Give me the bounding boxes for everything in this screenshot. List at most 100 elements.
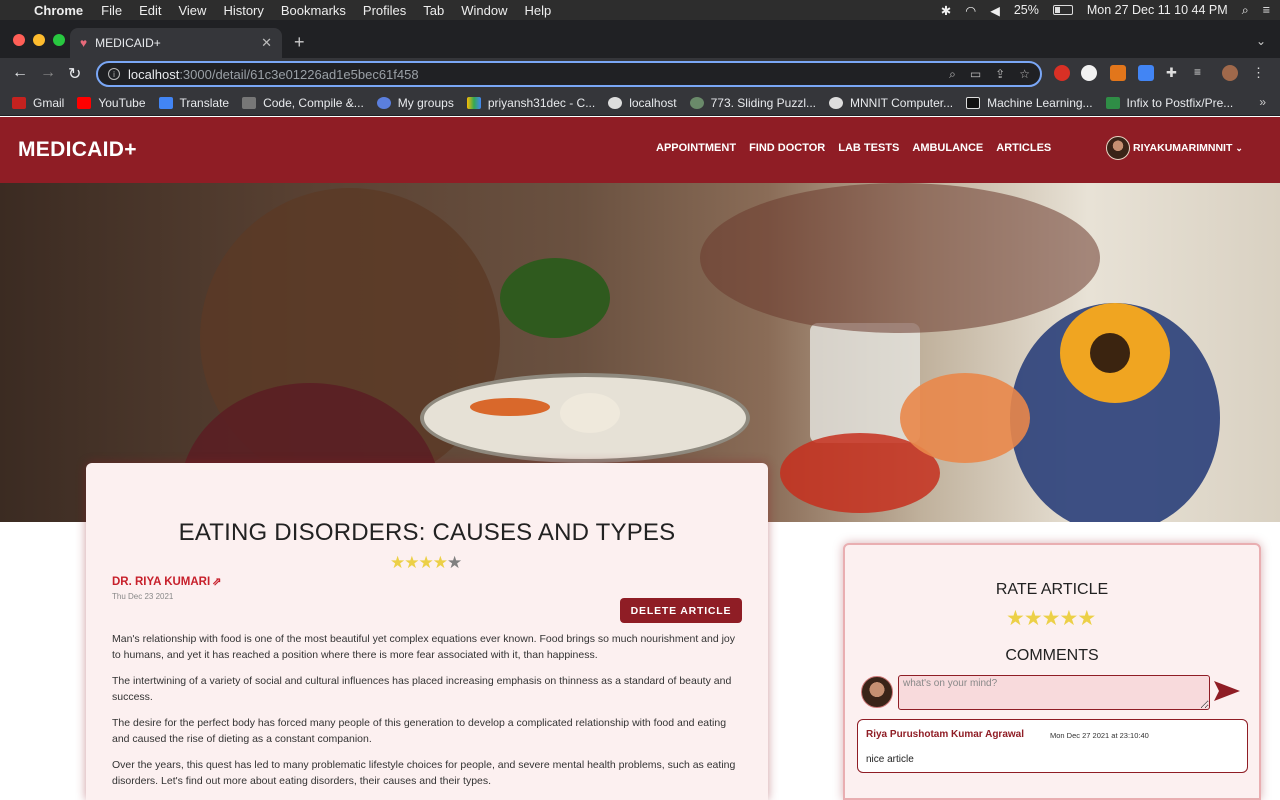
zoom-window-button[interactable] — [53, 34, 65, 46]
metamask-icon[interactable] — [1110, 65, 1126, 81]
avatar — [1106, 136, 1130, 160]
site-info-icon[interactable]: i — [108, 68, 120, 80]
wifi-icon[interactable]: ◠ — [965, 3, 976, 18]
bookmark-translate[interactable]: Translate — [158, 96, 229, 110]
cast-icon[interactable]: ▭ — [970, 67, 981, 82]
groups-icon — [376, 96, 391, 109]
bookmark-label: Code, Compile &... — [263, 95, 364, 110]
battery-icon[interactable] — [1052, 5, 1073, 15]
bookmark-label: Gmail — [33, 95, 65, 110]
menu-file[interactable]: File — [101, 3, 122, 18]
bookmark-sliding-puzzle[interactable]: 773. Sliding Puzzl... — [689, 96, 816, 110]
control-center-icon[interactable]: ≡ — [1263, 3, 1270, 17]
rate-star-2-icon[interactable]: ★ — [1024, 607, 1043, 630]
share-icon[interactable]: ⇪ — [995, 67, 1005, 82]
forward-button[interactable]: → — [40, 64, 56, 82]
send-icon[interactable] — [1213, 679, 1241, 703]
rate-star-5-icon[interactable]: ★ — [1077, 607, 1096, 630]
nav-lab-tests[interactable]: LAB TESTS — [838, 142, 899, 154]
nav-articles[interactable]: ARTICLES — [996, 142, 1051, 154]
extensions-puzzle-icon[interactable]: ✚ — [1166, 65, 1182, 81]
more-bookmarks-icon[interactable]: » — [1259, 95, 1266, 109]
bookmark-machine-learning[interactable]: Machine Learning... — [966, 95, 1093, 110]
bookmarks-bar: Gmail YouTube Translate Code, Compile &.… — [0, 90, 1280, 116]
bookmark-code-compile[interactable]: Code, Compile &... — [242, 96, 364, 110]
rate-article-heading: RATE ARTICLE — [995, 581, 1109, 598]
star-icon: ★ — [390, 553, 405, 572]
extension-red-icon[interactable] — [1054, 65, 1070, 81]
bookmark-my-groups[interactable]: My groups — [376, 96, 454, 110]
star-icon: ★ — [404, 553, 419, 572]
extension-white-icon[interactable] — [1081, 65, 1097, 81]
menu-app-name[interactable]: Chrome — [34, 3, 83, 18]
bookmark-infix-postfix[interactable]: Infix to Postfix/Pre... — [1105, 96, 1233, 110]
author-link[interactable]: DR. RIYA KUMARI ⇗ — [112, 575, 221, 588]
translate-extension-icon[interactable] — [1138, 65, 1154, 81]
close-window-button[interactable] — [13, 34, 25, 46]
reload-button[interactable]: ↻ — [68, 64, 81, 84]
nav-find-doctor[interactable]: FIND DOCTOR — [749, 142, 825, 154]
star-icon: ★ — [418, 553, 434, 572]
menu-bookmarks[interactable]: Bookmarks — [281, 3, 346, 18]
delete-article-button[interactable]: DELETE ARTICLE — [620, 598, 742, 623]
bookmark-priyansh[interactable]: priyansh31dec - C... — [466, 95, 596, 110]
menu-help[interactable]: Help — [525, 3, 552, 18]
nav-ambulance[interactable]: AMBULANCE — [912, 142, 983, 154]
bookmark-mnnit[interactable]: MNNIT Computer... — [829, 96, 953, 110]
back-button[interactable]: ← — [12, 64, 28, 82]
medium-icon — [966, 96, 981, 109]
menu-edit[interactable]: Edit — [139, 3, 161, 18]
brand-logo[interactable]: MEDICAID+ — [18, 138, 137, 162]
address-bar[interactable]: i localhost:3000/detail/61c3e01226ad1e5b… — [96, 61, 1042, 87]
tab-search-chevron-icon[interactable]: ⌄ — [1256, 34, 1266, 48]
datetime[interactable]: Mon 27 Dec 11 10 44 PM — [1087, 3, 1228, 17]
rate-star-1-icon[interactable]: ★ — [1006, 607, 1025, 630]
minimize-window-button[interactable] — [33, 34, 45, 46]
article-rating: ★★★★★ — [390, 553, 462, 573]
reading-list-icon[interactable]: ≡ — [1194, 65, 1210, 81]
username: RIYAKUMARIMNNIT — [1133, 142, 1233, 154]
bookmark-star-icon[interactable]: ☆ — [1019, 67, 1030, 82]
bluetooth-icon[interactable]: ✱ — [941, 3, 951, 18]
menu-history[interactable]: History — [223, 3, 263, 18]
url-path: :3000/detail/61c3e01226ad1e5bec61f458 — [179, 66, 419, 82]
bookmark-youtube[interactable]: YouTube — [77, 96, 146, 110]
new-tab-button[interactable]: + — [294, 32, 305, 53]
article-card: EATING DISORDERS: CAUSES AND TYPES ★★★★★… — [86, 463, 768, 800]
browser-toolbar: ← → ↻ i localhost:3000/detail/61c3e01226… — [0, 58, 1280, 90]
comment-author: Riya Purushotam Kumar Agrawal — [866, 729, 1025, 740]
cc-icon — [242, 96, 257, 109]
bookmark-label: MNNIT Computer... — [850, 95, 954, 110]
comment-input[interactable] — [898, 675, 1210, 710]
chart-icon — [466, 96, 481, 109]
bookmark-label: Machine Learning... — [987, 95, 1093, 110]
nav-appointment[interactable]: APPOINTMENT — [656, 142, 736, 154]
bookmark-gmail[interactable]: Gmail — [12, 96, 64, 110]
rate-star-4-icon[interactable]: ★ — [1059, 607, 1078, 630]
external-link-icon[interactable]: ⇗ — [212, 576, 221, 588]
profile-avatar-icon[interactable] — [1222, 65, 1238, 81]
user-menu[interactable]: RIYAKUMARIMNNIT ⌄ — [1106, 136, 1243, 160]
bookmark-label: priyansh31dec - C... — [487, 95, 596, 110]
star-icon: ★ — [432, 553, 448, 572]
comment-date: Mon Dec 27 2021 at 23:10:40 — [1050, 731, 1149, 740]
spotlight-icon[interactable]: ⌕ — [1242, 3, 1249, 18]
browser-tab[interactable]: ♥ MEDICAID+ ✕ — [70, 28, 282, 58]
chrome-menu-icon[interactable]: ⋮ — [1252, 65, 1268, 81]
bookmark-localhost[interactable]: localhost — [608, 96, 677, 110]
zoom-icon[interactable]: ⌕ — [949, 67, 956, 82]
menu-view[interactable]: View — [178, 3, 206, 18]
youtube-icon — [77, 96, 92, 109]
article-title: EATING DISORDERS: CAUSES AND TYPES — [178, 519, 676, 546]
menu-window[interactable]: Window — [461, 3, 507, 18]
volume-icon[interactable]: ◀︎ — [990, 3, 1000, 18]
close-tab-icon[interactable]: ✕ — [261, 35, 272, 51]
article-date: Thu Dec 23 2021 — [112, 592, 174, 601]
menu-profiles[interactable]: Profiles — [363, 3, 406, 18]
gfg-icon — [1105, 96, 1120, 109]
comment-text: nice article — [866, 754, 914, 765]
translate-icon — [158, 96, 173, 109]
article-body: Man's relationship with food is one of t… — [112, 631, 742, 799]
menu-tab[interactable]: Tab — [423, 3, 444, 18]
rate-star-3-icon[interactable]: ★ — [1042, 607, 1061, 630]
